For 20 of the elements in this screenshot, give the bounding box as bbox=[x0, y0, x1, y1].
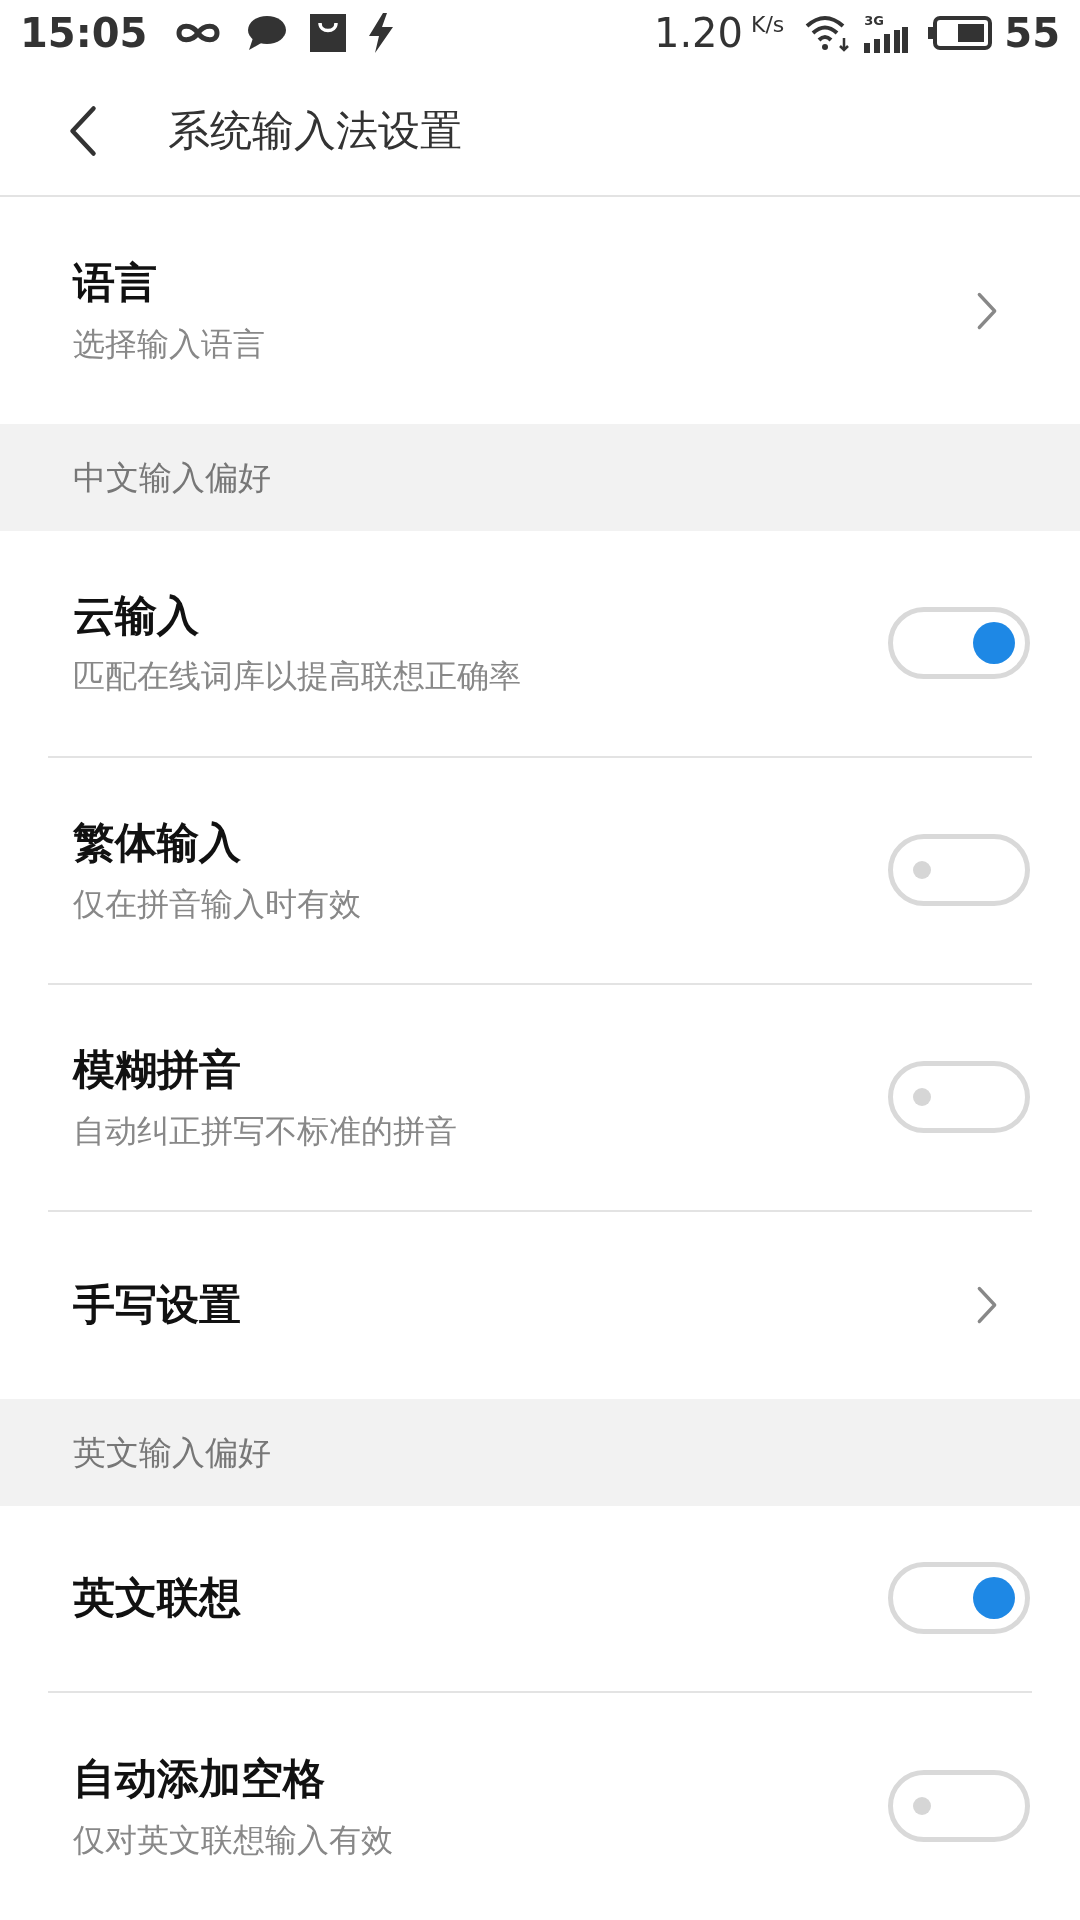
network-speed: 1.20 bbox=[653, 9, 743, 58]
section-header: 英文输入偏好 bbox=[0, 1399, 1080, 1506]
setting-description: 匹配在线词库以提高联想正确率 bbox=[73, 656, 522, 697]
setting-title: 手写设置 bbox=[73, 1279, 242, 1332]
setting-description: 仅对英文联想输入有效 bbox=[73, 1819, 394, 1860]
setting-title: 自动添加空格 bbox=[73, 1753, 326, 1806]
speed-unit: K/s bbox=[751, 11, 785, 39]
section-header: 中文输入偏好 bbox=[0, 424, 1080, 531]
setting-description: 仅在拼音输入时有效 bbox=[73, 883, 362, 924]
setting-description: 自动纠正拼写不标准的拼音 bbox=[73, 1110, 458, 1151]
setting-title: 语言 bbox=[73, 257, 158, 310]
setting-title: 模糊拼音 bbox=[73, 1044, 242, 1097]
setting-title: 繁体输入 bbox=[73, 817, 242, 869]
page-title: 系统输入法设置 bbox=[168, 105, 462, 157]
status-time: 15:05 bbox=[20, 9, 148, 58]
battery-level: 55 bbox=[1004, 9, 1060, 58]
setting-description: 选择输入语言 bbox=[73, 323, 266, 364]
setting-title: 云输入 bbox=[73, 589, 200, 642]
network-type: 3G bbox=[864, 13, 885, 27]
setting-title: 英文联想 bbox=[73, 1572, 242, 1625]
